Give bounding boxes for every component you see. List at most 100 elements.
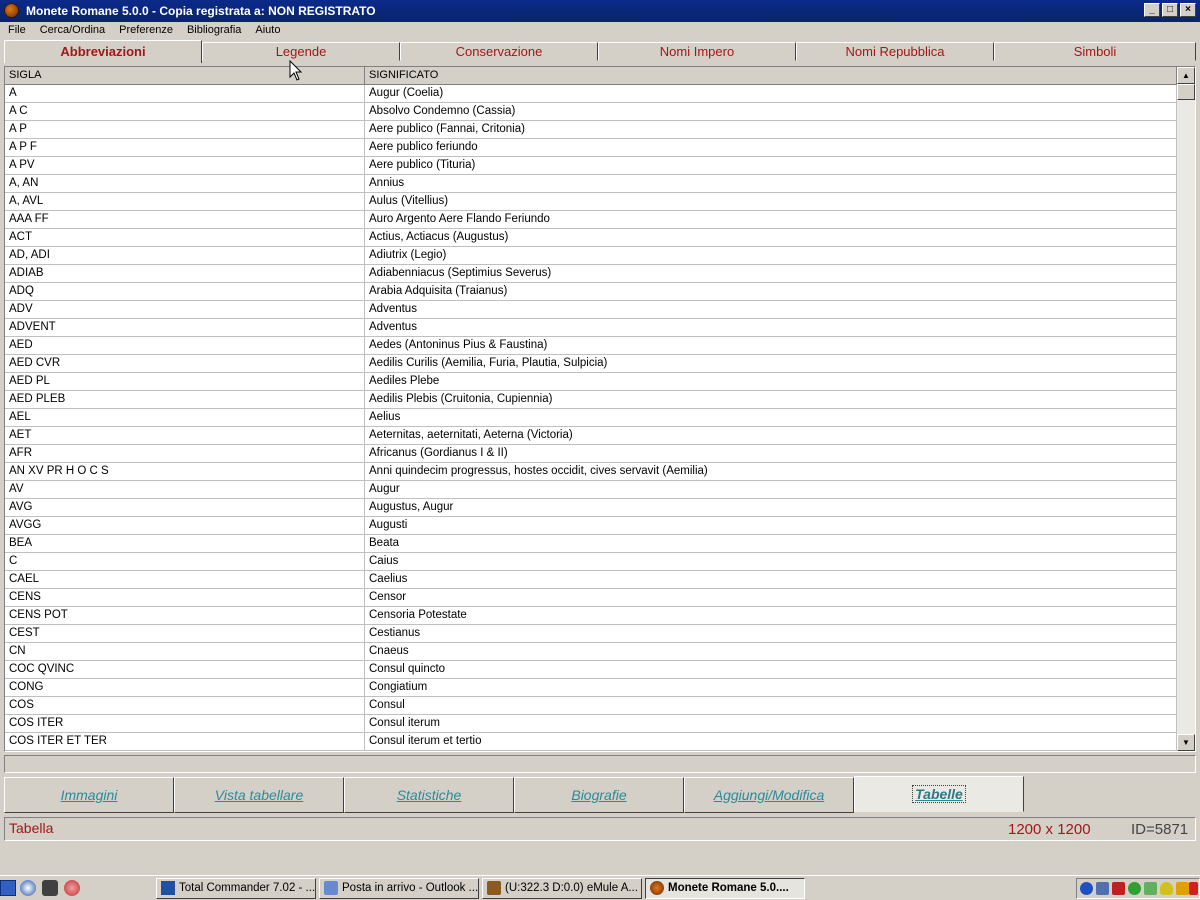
cell-significato[interactable]: Aulus (Vitellius) [365, 193, 1177, 211]
cell-sigla[interactable]: ACT [5, 229, 365, 247]
cell-significato[interactable]: Cestianus [365, 625, 1177, 643]
table-row[interactable]: A, AVL Aulus (Vitellius) [5, 193, 1177, 211]
table-row[interactable]: CENS Censor [5, 589, 1177, 607]
table-row[interactable]: A C Absolvo Condemno (Cassia) [5, 103, 1177, 121]
menu-aiuto[interactable]: Aiuto [247, 22, 286, 40]
table-row[interactable]: CONG Congiatium [5, 679, 1177, 697]
table-row[interactable]: AV Augur [5, 481, 1177, 499]
cell-sigla[interactable]: COS ITER [5, 715, 365, 733]
volume-icon[interactable] [1189, 882, 1198, 895]
cell-significato[interactable]: Adventus [365, 301, 1177, 319]
cell-sigla[interactable]: CENS POT [5, 607, 365, 625]
table-row[interactable]: A PV Aere publico (Tituria) [5, 157, 1177, 175]
cell-sigla[interactable]: COS [5, 697, 365, 715]
task-total-commander[interactable]: Total Commander 7.02 - ... [156, 878, 316, 899]
cell-sigla[interactable]: AV [5, 481, 365, 499]
task-outlook[interactable]: Posta in arrivo - Outlook ... [319, 878, 479, 899]
alien-app-icon[interactable] [42, 880, 58, 896]
table-row[interactable]: BEA Beata [5, 535, 1177, 553]
cell-sigla[interactable]: A [5, 85, 365, 103]
table-row[interactable]: A Augur (Coelia) [5, 85, 1177, 103]
task-emule[interactable]: (U:322.3 D:0.0) eMule A... [482, 878, 642, 899]
tab-tabelle[interactable]: Tabelle [854, 776, 1024, 812]
cell-sigla[interactable]: AN XV PR H O C S [5, 463, 365, 481]
tab-biografie[interactable]: Biografie [514, 777, 684, 813]
close-button[interactable]: × [1180, 3, 1196, 17]
cell-sigla[interactable]: COC QVINC [5, 661, 365, 679]
connection-icon[interactable] [1128, 882, 1141, 895]
table-row[interactable]: COC QVINC Consul quincto [5, 661, 1177, 679]
cell-significato[interactable]: Aedilis Curilis (Aemilia, Furia, Plautia… [365, 355, 1177, 373]
task-monete-romane[interactable]: Monete Romane 5.0.... [645, 878, 805, 899]
cell-sigla[interactable]: CONG [5, 679, 365, 697]
scroll-down-button[interactable]: ▼ [1177, 734, 1195, 751]
cell-significato[interactable]: Consul iterum [365, 715, 1177, 733]
cell-significato[interactable]: Africanus (Gordianus I & II) [365, 445, 1177, 463]
menu-bibliografia[interactable]: Bibliografia [179, 22, 247, 40]
abbreviations-table[interactable]: SIGLA SIGNIFICATO A Augur (Coelia) A C Abso… [4, 66, 1196, 752]
table-row[interactable]: C Caius [5, 553, 1177, 571]
table-row[interactable]: AED CVR Aedilis Curilis (Aemilia, Furia, … [5, 355, 1177, 373]
cell-significato[interactable]: Beata [365, 535, 1177, 553]
cell-sigla[interactable]: CN [5, 643, 365, 661]
cell-significato[interactable]: Censoria Potestate [365, 607, 1177, 625]
cell-sigla[interactable]: AET [5, 427, 365, 445]
cell-significato[interactable]: Augustus, Augur [365, 499, 1177, 517]
table-row[interactable]: AEL Aelius [5, 409, 1177, 427]
cell-sigla[interactable]: ADQ [5, 283, 365, 301]
cell-significato[interactable]: Auro Argento Aere Flando Feriundo [365, 211, 1177, 229]
cell-sigla[interactable]: AVG [5, 499, 365, 517]
tab-statistiche[interactable]: Statistiche [344, 777, 514, 813]
table-row[interactable]: ADIAB Adiabenniacus (Septimius Severus) [5, 265, 1177, 283]
cell-significato[interactable]: Caius [365, 553, 1177, 571]
table-row[interactable]: AED Aedes (Antoninus Pius & Faustina) [5, 337, 1177, 355]
tab-vista-tabellare[interactable]: Vista tabellare [174, 777, 344, 813]
computer-icon[interactable] [1096, 882, 1109, 895]
table-row[interactable]: CN Cnaeus [5, 643, 1177, 661]
tab-nomi-repubblica[interactable]: Nomi Repubblica [796, 42, 994, 61]
k-app-icon[interactable] [1112, 882, 1125, 895]
cell-sigla[interactable]: AED [5, 337, 365, 355]
network-icon[interactable] [1080, 882, 1093, 895]
cell-significato[interactable]: Censor [365, 589, 1177, 607]
cell-sigla[interactable]: AEL [5, 409, 365, 427]
cell-sigla[interactable]: C [5, 553, 365, 571]
table-row[interactable]: A, AN Annius [5, 175, 1177, 193]
warning-icon[interactable] [1176, 882, 1189, 895]
table-row[interactable]: AED PL Aediles Plebe [5, 373, 1177, 391]
vertical-scrollbar[interactable]: ▲ ▼ [1177, 67, 1195, 751]
table-row[interactable]: AED PLEB Aedilis Plebis (Cruitonia, Cupie… [5, 391, 1177, 409]
cell-sigla[interactable]: AED PLEB [5, 391, 365, 409]
tab-legende[interactable]: Legende [202, 42, 400, 61]
table-row[interactable]: A P F Aere publico feriundo [5, 139, 1177, 157]
table-row[interactable]: AVGG Augusti [5, 517, 1177, 535]
cell-significato[interactable]: Consul quincto [365, 661, 1177, 679]
cell-significato[interactable]: Annius [365, 175, 1177, 193]
table-row[interactable]: CAEL Caelius [5, 571, 1177, 589]
menu-file[interactable]: File [0, 22, 32, 40]
menu-preferenze[interactable]: Preferenze [111, 22, 179, 40]
cell-significato[interactable]: Caelius [365, 571, 1177, 589]
cell-significato[interactable]: Congiatium [365, 679, 1177, 697]
maximize-button[interactable]: □ [1162, 3, 1178, 17]
table-row[interactable]: AET Aeternitas, aeternitati, Aeterna (Vic… [5, 427, 1177, 445]
table-row[interactable]: A P Aere publico (Fannai, Critonia) [5, 121, 1177, 139]
table-row[interactable]: COS ITER Consul iterum [5, 715, 1177, 733]
cell-significato[interactable]: Augur (Coelia) [365, 85, 1177, 103]
cell-sigla[interactable]: AED CVR [5, 355, 365, 373]
table-row[interactable]: ADQ Arabia Adquisita (Traianus) [5, 283, 1177, 301]
cell-significato[interactable]: Aere publico (Fannai, Critonia) [365, 121, 1177, 139]
cell-significato[interactable]: Aedes (Antoninus Pius & Faustina) [365, 337, 1177, 355]
table-row[interactable]: CEST Cestianus [5, 625, 1177, 643]
cell-significato[interactable]: Aere publico (Tituria) [365, 157, 1177, 175]
cell-sigla[interactable]: ADVENT [5, 319, 365, 337]
cell-significato[interactable]: Absolvo Condemno (Cassia) [365, 103, 1177, 121]
table-row[interactable]: AD, ADI Adiutrix (Legio) [5, 247, 1177, 265]
cell-significato[interactable]: Actius, Actiacus (Augustus) [365, 229, 1177, 247]
cell-significato[interactable]: Cnaeus [365, 643, 1177, 661]
cell-significato[interactable]: Consul [365, 697, 1177, 715]
nvidia-icon[interactable] [1144, 882, 1157, 895]
cell-sigla[interactable]: CENS [5, 589, 365, 607]
cell-significato[interactable]: Aere publico feriundo [365, 139, 1177, 157]
cell-significato[interactable]: Adventus [365, 319, 1177, 337]
